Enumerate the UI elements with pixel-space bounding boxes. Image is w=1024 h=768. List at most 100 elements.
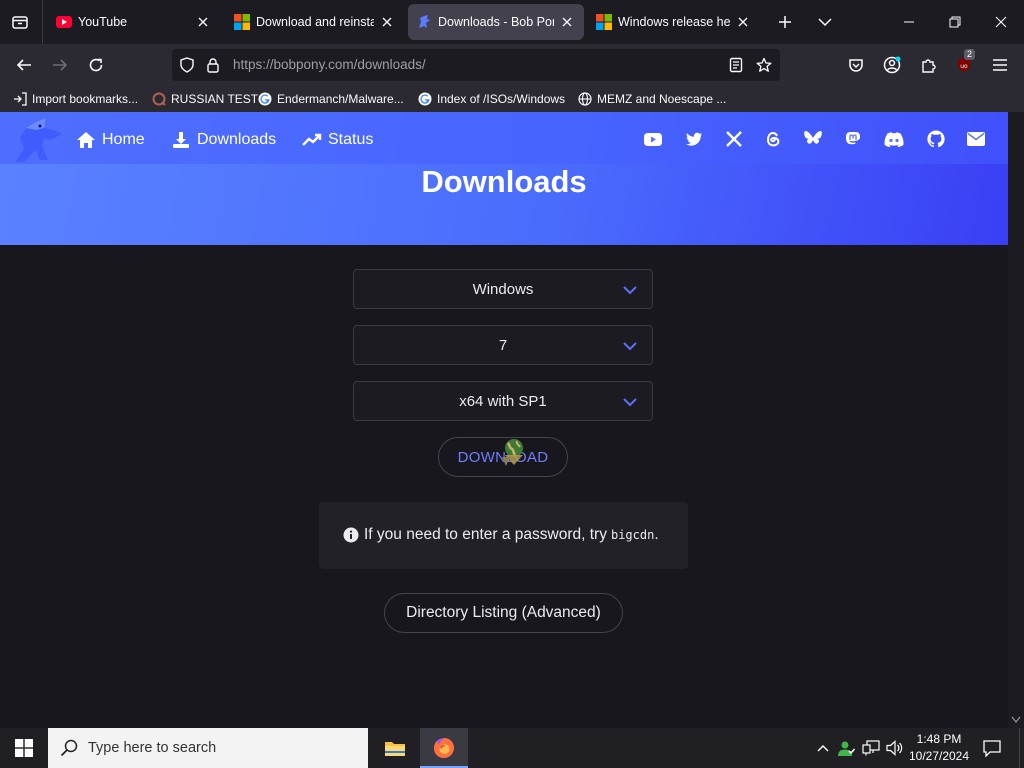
restore-icon: [949, 16, 961, 28]
bluesky-icon[interactable]: [803, 129, 823, 149]
action-center-button[interactable]: [980, 736, 1004, 760]
extension-badge: 2: [964, 49, 976, 60]
url-host: https://bobpony.com: [233, 57, 354, 72]
lock-icon[interactable]: [204, 56, 222, 74]
discord-icon[interactable]: [884, 129, 904, 149]
tab-bar: YouTube Download and reinstall Downloads…: [0, 0, 1024, 44]
minimize-button[interactable]: [886, 0, 932, 44]
ublock-origin-button[interactable]: uo 2: [948, 49, 980, 81]
tab-youtube[interactable]: YouTube: [48, 4, 220, 40]
twitter-icon[interactable]: [684, 129, 704, 149]
list-all-tabs-button[interactable]: [4, 6, 36, 38]
notice-message: If you need to enter a password, try: [364, 526, 607, 543]
shield-icon[interactable]: [178, 56, 196, 74]
directory-listing-button[interactable]: Directory Listing (Advanced): [384, 593, 623, 633]
home-icon: [76, 130, 96, 150]
nav-downloads[interactable]: Downloads: [171, 128, 276, 152]
network-icon: [862, 740, 880, 756]
app-menu-button[interactable]: [984, 49, 1016, 81]
youtube-icon: [56, 14, 72, 30]
user-status-icon: [838, 741, 855, 756]
close-tab-icon[interactable]: [194, 13, 212, 31]
bookmark-memz[interactable]: MEMZ and Noescape ...: [577, 90, 726, 108]
microsoft-icon: [234, 14, 250, 30]
bookmark-star-icon[interactable]: [755, 56, 773, 74]
notice-text: If you need to enter a password, try big…: [343, 526, 659, 544]
close-tab-icon[interactable]: [558, 13, 576, 31]
info-icon: [343, 527, 359, 543]
download-icon: [171, 130, 191, 150]
os-select[interactable]: Windows: [353, 269, 653, 309]
start-button[interactable]: [0, 728, 48, 768]
taskbar-file-explorer[interactable]: [371, 728, 419, 768]
tab-download-reinstall[interactable]: Download and reinstall: [226, 4, 404, 40]
bookmark-import[interactable]: Import bookmarks...: [12, 90, 138, 108]
chevron-down-icon: [818, 18, 832, 27]
svg-text:uo: uo: [960, 63, 968, 70]
nav-status[interactable]: Status: [302, 128, 373, 152]
tab-separator: [42, 0, 43, 44]
tray-volume-icon[interactable]: [885, 738, 905, 758]
tab-downloads-bob-pony[interactable]: Downloads - Bob Pony: [408, 4, 584, 40]
tab-windows-release-health[interactable]: Windows release health: [588, 4, 760, 40]
youtube-icon[interactable]: [643, 129, 663, 149]
reload-button[interactable]: [80, 49, 112, 81]
scroll-down-arrow-icon[interactable]: [1011, 716, 1021, 724]
taskbar-firefox[interactable]: [420, 728, 468, 768]
close-tab-icon[interactable]: [378, 13, 396, 31]
russian-test-icon: [151, 91, 167, 107]
mail-icon[interactable]: [966, 129, 986, 149]
search-icon: [60, 739, 78, 757]
site-navbar: Home Downloads Status: [0, 112, 1008, 164]
forward-button[interactable]: [44, 49, 76, 81]
bookmark-endermanch[interactable]: Endermanch/Malware...: [257, 90, 404, 108]
close-tab-icon[interactable]: [734, 13, 752, 31]
bobpony-logo[interactable]: [12, 116, 64, 166]
x-icon[interactable]: [724, 129, 744, 149]
trend-icon: [302, 130, 322, 150]
mastodon-icon[interactable]: [843, 129, 863, 149]
tray-network-icon[interactable]: [861, 738, 881, 758]
close-icon: [995, 16, 1007, 28]
close-window-button[interactable]: [978, 0, 1024, 44]
page-scrollbar[interactable]: [1008, 112, 1024, 728]
taskbar-clock[interactable]: 1:48 PM 10/27/2024: [904, 731, 974, 765]
tray-overflow-button[interactable]: [813, 738, 833, 758]
version-select[interactable]: 7: [353, 325, 653, 365]
new-tab-button[interactable]: [771, 8, 799, 36]
back-arrow-icon: [16, 59, 31, 71]
nav-home[interactable]: Home: [76, 128, 145, 152]
taskbar-search-box[interactable]: Type here to search: [48, 728, 368, 768]
restore-button[interactable]: [932, 0, 978, 44]
url-text[interactable]: https://bobpony.com/downloads/: [233, 57, 426, 72]
threads-icon[interactable]: [763, 129, 783, 149]
bookmarks-toolbar: Import bookmarks... RUSSIAN TEST Enderma…: [0, 86, 1024, 112]
version-select-value: 7: [498, 337, 508, 354]
tray-people-icon[interactable]: [836, 738, 856, 758]
minimize-icon: [904, 21, 914, 23]
url-bar[interactable]: https://bobpony.com/downloads/: [172, 49, 780, 81]
password-notice: If you need to enter a password, try big…: [319, 502, 688, 569]
reader-view-icon[interactable]: [727, 56, 745, 74]
show-desktop-button[interactable]: [1019, 728, 1024, 768]
pocket-button[interactable]: [840, 49, 872, 81]
extensions-button[interactable]: [912, 49, 944, 81]
back-button[interactable]: [8, 49, 40, 81]
tab-title: Download and reinstall: [256, 15, 374, 29]
download-button-label: DOWNLOAD: [457, 448, 549, 466]
tab-title: Windows release health: [618, 15, 730, 29]
nav-label: Status: [328, 131, 374, 148]
notification-icon: [983, 739, 1001, 757]
bookmark-index-isos[interactable]: Index of /ISOs/Windows: [417, 90, 565, 108]
edition-select[interactable]: x64 with SP1: [353, 381, 653, 421]
account-button[interactable]: [876, 49, 908, 81]
globe-icon: [577, 91, 593, 107]
import-icon: [12, 91, 28, 107]
google-icon: [417, 91, 433, 107]
github-icon[interactable]: [926, 129, 946, 149]
download-button[interactable]: DOWNLOAD: [438, 437, 568, 477]
tab-overflow-button[interactable]: [811, 8, 839, 36]
chevron-down-icon: [623, 342, 637, 351]
bookmark-russian-test[interactable]: RUSSIAN TEST: [151, 90, 258, 108]
tab-title: YouTube: [78, 15, 128, 29]
